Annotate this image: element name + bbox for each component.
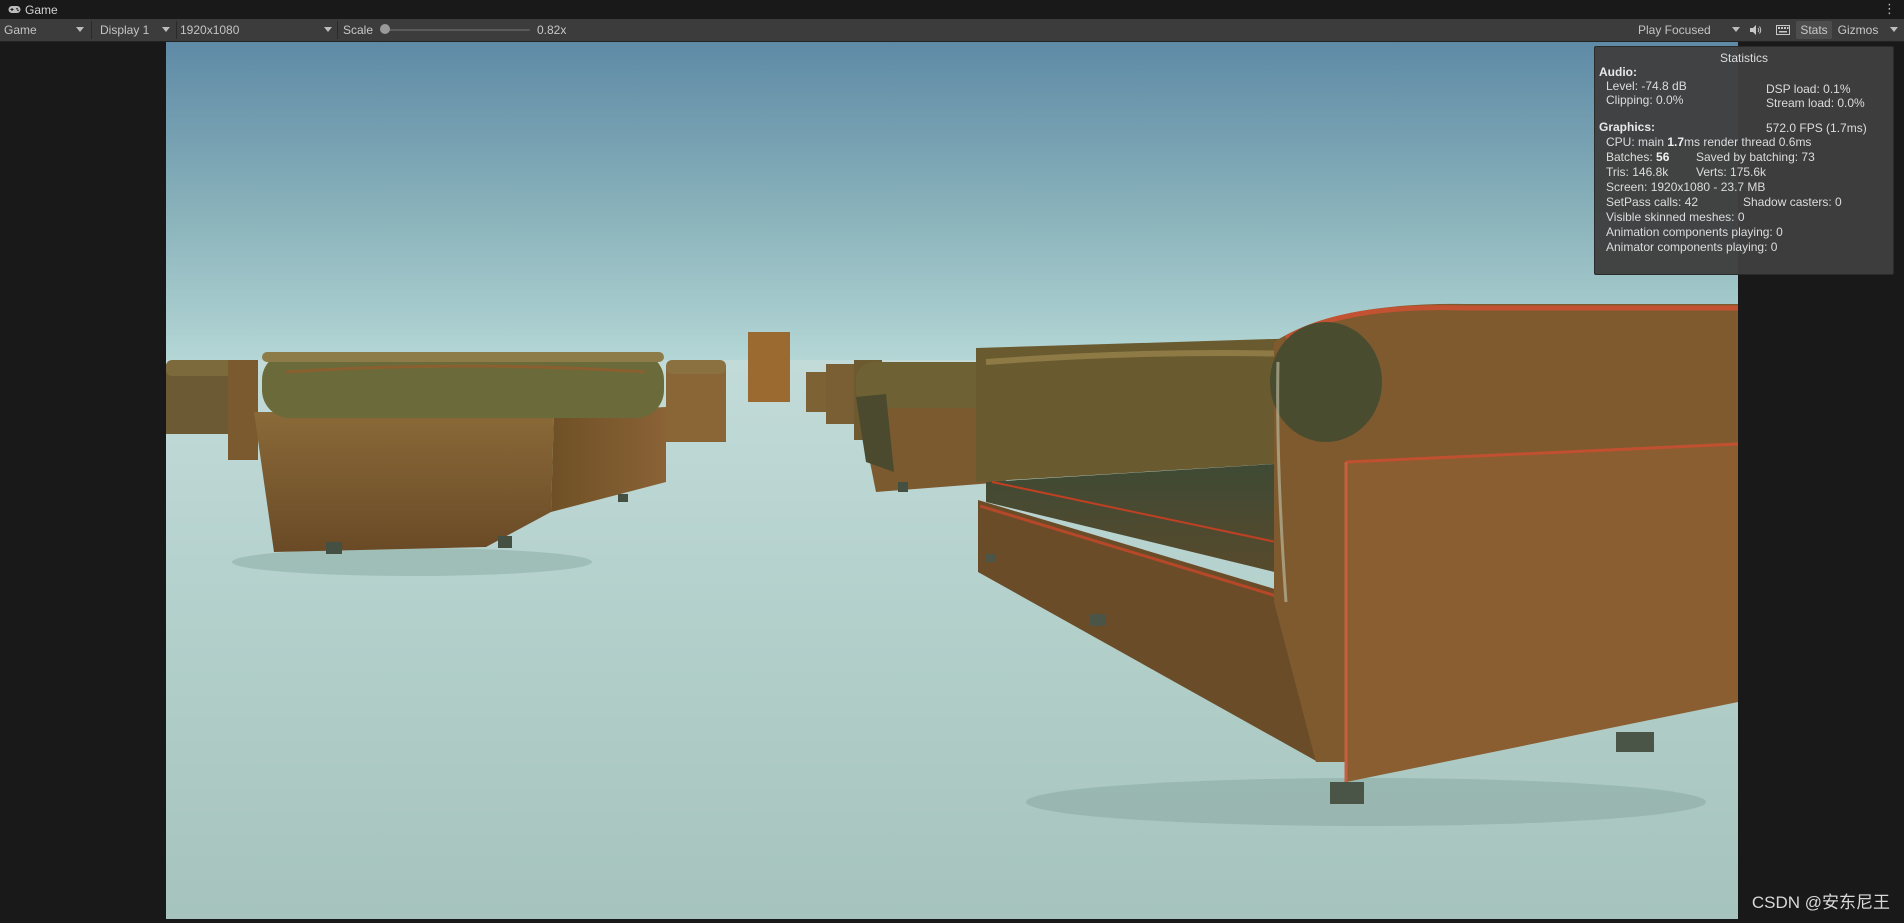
audio-clipping: Clipping: 0.0% xyxy=(1606,93,1684,107)
gizmos-button[interactable]: Gizmos xyxy=(1834,21,1882,39)
audio-header: Audio: xyxy=(1599,65,1637,79)
cpu-line: CPU: main 1.7ms render thread 0.6ms xyxy=(1606,135,1811,149)
game-tab-label: Game xyxy=(25,2,58,17)
resolution-dropdown[interactable]: 1920x1080 xyxy=(176,19,336,41)
scale-label: Scale xyxy=(343,23,374,37)
kebab-menu-icon[interactable]: ⋮ xyxy=(1883,2,1896,15)
saved-by-batching: Saved by batching: 73 xyxy=(1696,150,1815,164)
game-view-toolbar: Game Display 1 1920x1080 Scale 0.82x Pla… xyxy=(0,19,1904,42)
skinned-meshes: Visible skinned meshes: 0 xyxy=(1606,210,1745,224)
stream-load: Stream load: 0.0% xyxy=(1766,96,1865,110)
chevron-down-icon xyxy=(1732,27,1740,32)
play-mode-dropdown[interactable]: Play Focused xyxy=(1634,19,1744,41)
chevron-down-icon xyxy=(162,27,170,32)
batches-line: Batches: 56 xyxy=(1606,150,1669,164)
display-dropdown[interactable]: Display 1 xyxy=(96,19,174,41)
divider xyxy=(91,21,92,39)
cpu-main-value: 1.7 xyxy=(1667,135,1685,149)
scene-render xyxy=(166,42,1738,919)
chevron-down-icon xyxy=(76,27,84,32)
cpu-suffix: ms render thread 0.6ms xyxy=(1684,135,1812,149)
watermark: CSDN @安东尼王 xyxy=(1751,893,1890,912)
setpass-calls: SetPass calls: 42 xyxy=(1606,195,1699,209)
play-mode-label: Play Focused xyxy=(1638,23,1711,37)
scale-slider-thumb[interactable] xyxy=(380,24,390,34)
animator-components: Animator components playing: 0 xyxy=(1606,240,1778,254)
fps-readout: 572.0 FPS (1.7ms) xyxy=(1766,121,1867,135)
screen-info: Screen: 1920x1080 - 23.7 MB xyxy=(1606,180,1766,194)
letterbox-left xyxy=(0,42,166,923)
graphics-header: Graphics: xyxy=(1599,120,1656,134)
scale-slider[interactable] xyxy=(384,29,530,31)
audio-level: Level: -74.8 dB xyxy=(1606,79,1687,93)
view-mode-label: Game xyxy=(4,23,37,37)
stats-toggle-button[interactable]: Stats xyxy=(1796,21,1832,39)
speaker-icon[interactable] xyxy=(1746,21,1766,39)
stats-title: Statistics xyxy=(1719,51,1768,65)
verts: Verts: 175.6k xyxy=(1696,165,1767,179)
chevron-down-icon[interactable] xyxy=(1890,27,1898,32)
tris: Tris: 146.8k xyxy=(1606,165,1669,179)
chevron-down-icon xyxy=(324,27,332,32)
view-mode-dropdown[interactable]: Game xyxy=(0,19,88,41)
gamepad-icon xyxy=(8,5,21,14)
shadow-casters: Shadow casters: 0 xyxy=(1743,195,1842,209)
divider xyxy=(337,21,338,39)
game-tab[interactable]: Game xyxy=(0,0,58,19)
display-label: Display 1 xyxy=(100,23,150,37)
animation-components: Animation components playing: 0 xyxy=(1606,225,1783,239)
batches-value: 56 xyxy=(1656,150,1670,164)
dsp-load: DSP load: 0.1% xyxy=(1766,82,1851,96)
scale-value: 0.82x xyxy=(537,23,567,37)
statistics-panel: Statistics Audio: Level: -74.8 dB Clippi… xyxy=(1594,46,1894,275)
keyboard-icon[interactable] xyxy=(1772,21,1794,39)
cpu-prefix: CPU: main xyxy=(1606,135,1668,149)
title-bar: Game ⋮ xyxy=(0,0,1904,19)
batches-prefix: Batches: xyxy=(1606,150,1657,164)
game-viewport[interactable] xyxy=(166,42,1738,919)
resolution-label: 1920x1080 xyxy=(180,23,240,37)
